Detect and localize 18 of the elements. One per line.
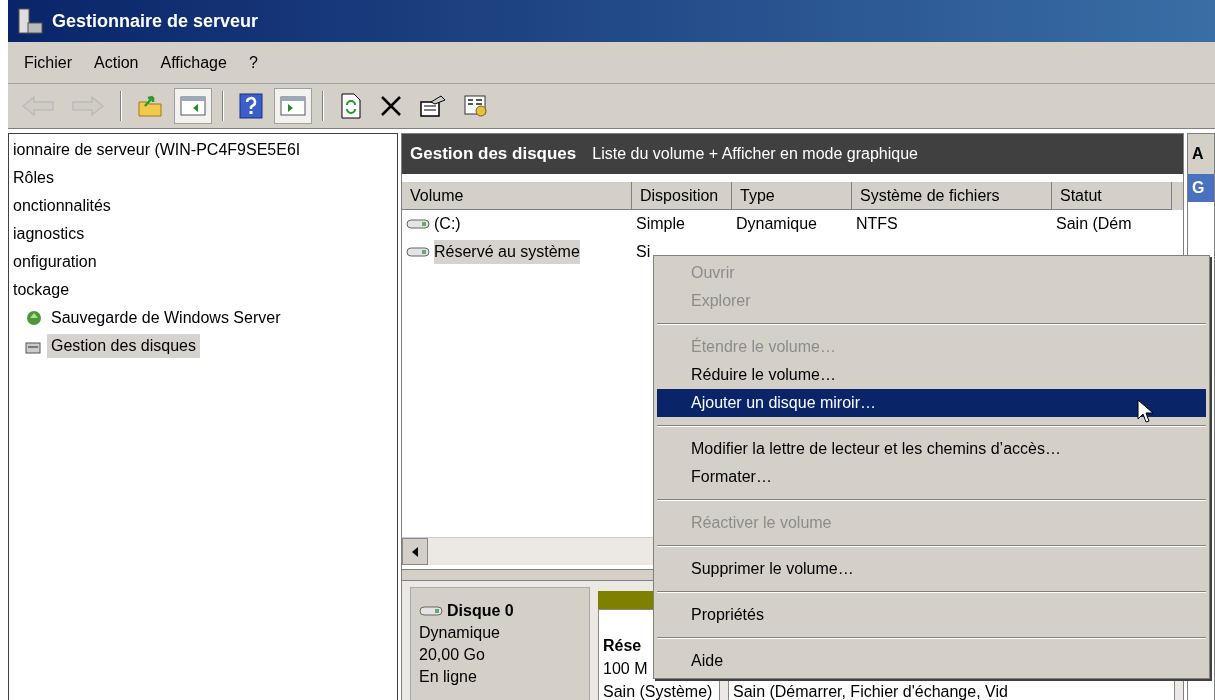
partition-detail: Sain (Démarrer, Fichier d'échange, Vid <box>733 682 1008 700</box>
table-cell-text: (C:) <box>434 214 461 234</box>
disk-detail: En ligne <box>419 667 478 687</box>
table-cell: Réservé au système <box>434 240 580 264</box>
disk-name: Disque 0 <box>447 601 514 621</box>
table-cell-text: Dynamique <box>736 214 817 234</box>
table-cell-text: Sain (Dém <box>1056 214 1132 234</box>
action-pane-header: A <box>1188 134 1214 174</box>
partition-title: Rése <box>603 636 642 656</box>
table-cell-text: Si <box>636 242 651 262</box>
table-cell-text: NTFS <box>856 214 898 234</box>
disk-detail: 20,00 Go <box>419 645 486 665</box>
window-title: Gestionnaire de serveur <box>52 9 259 33</box>
table-cell-text: Simple <box>636 214 685 234</box>
partition-detail: 100 M <box>603 659 648 679</box>
partition-detail: Sain (Système) <box>603 682 713 700</box>
disk-detail: Dynamique <box>419 623 501 643</box>
panel-title: Gestion des disques <box>410 143 577 166</box>
